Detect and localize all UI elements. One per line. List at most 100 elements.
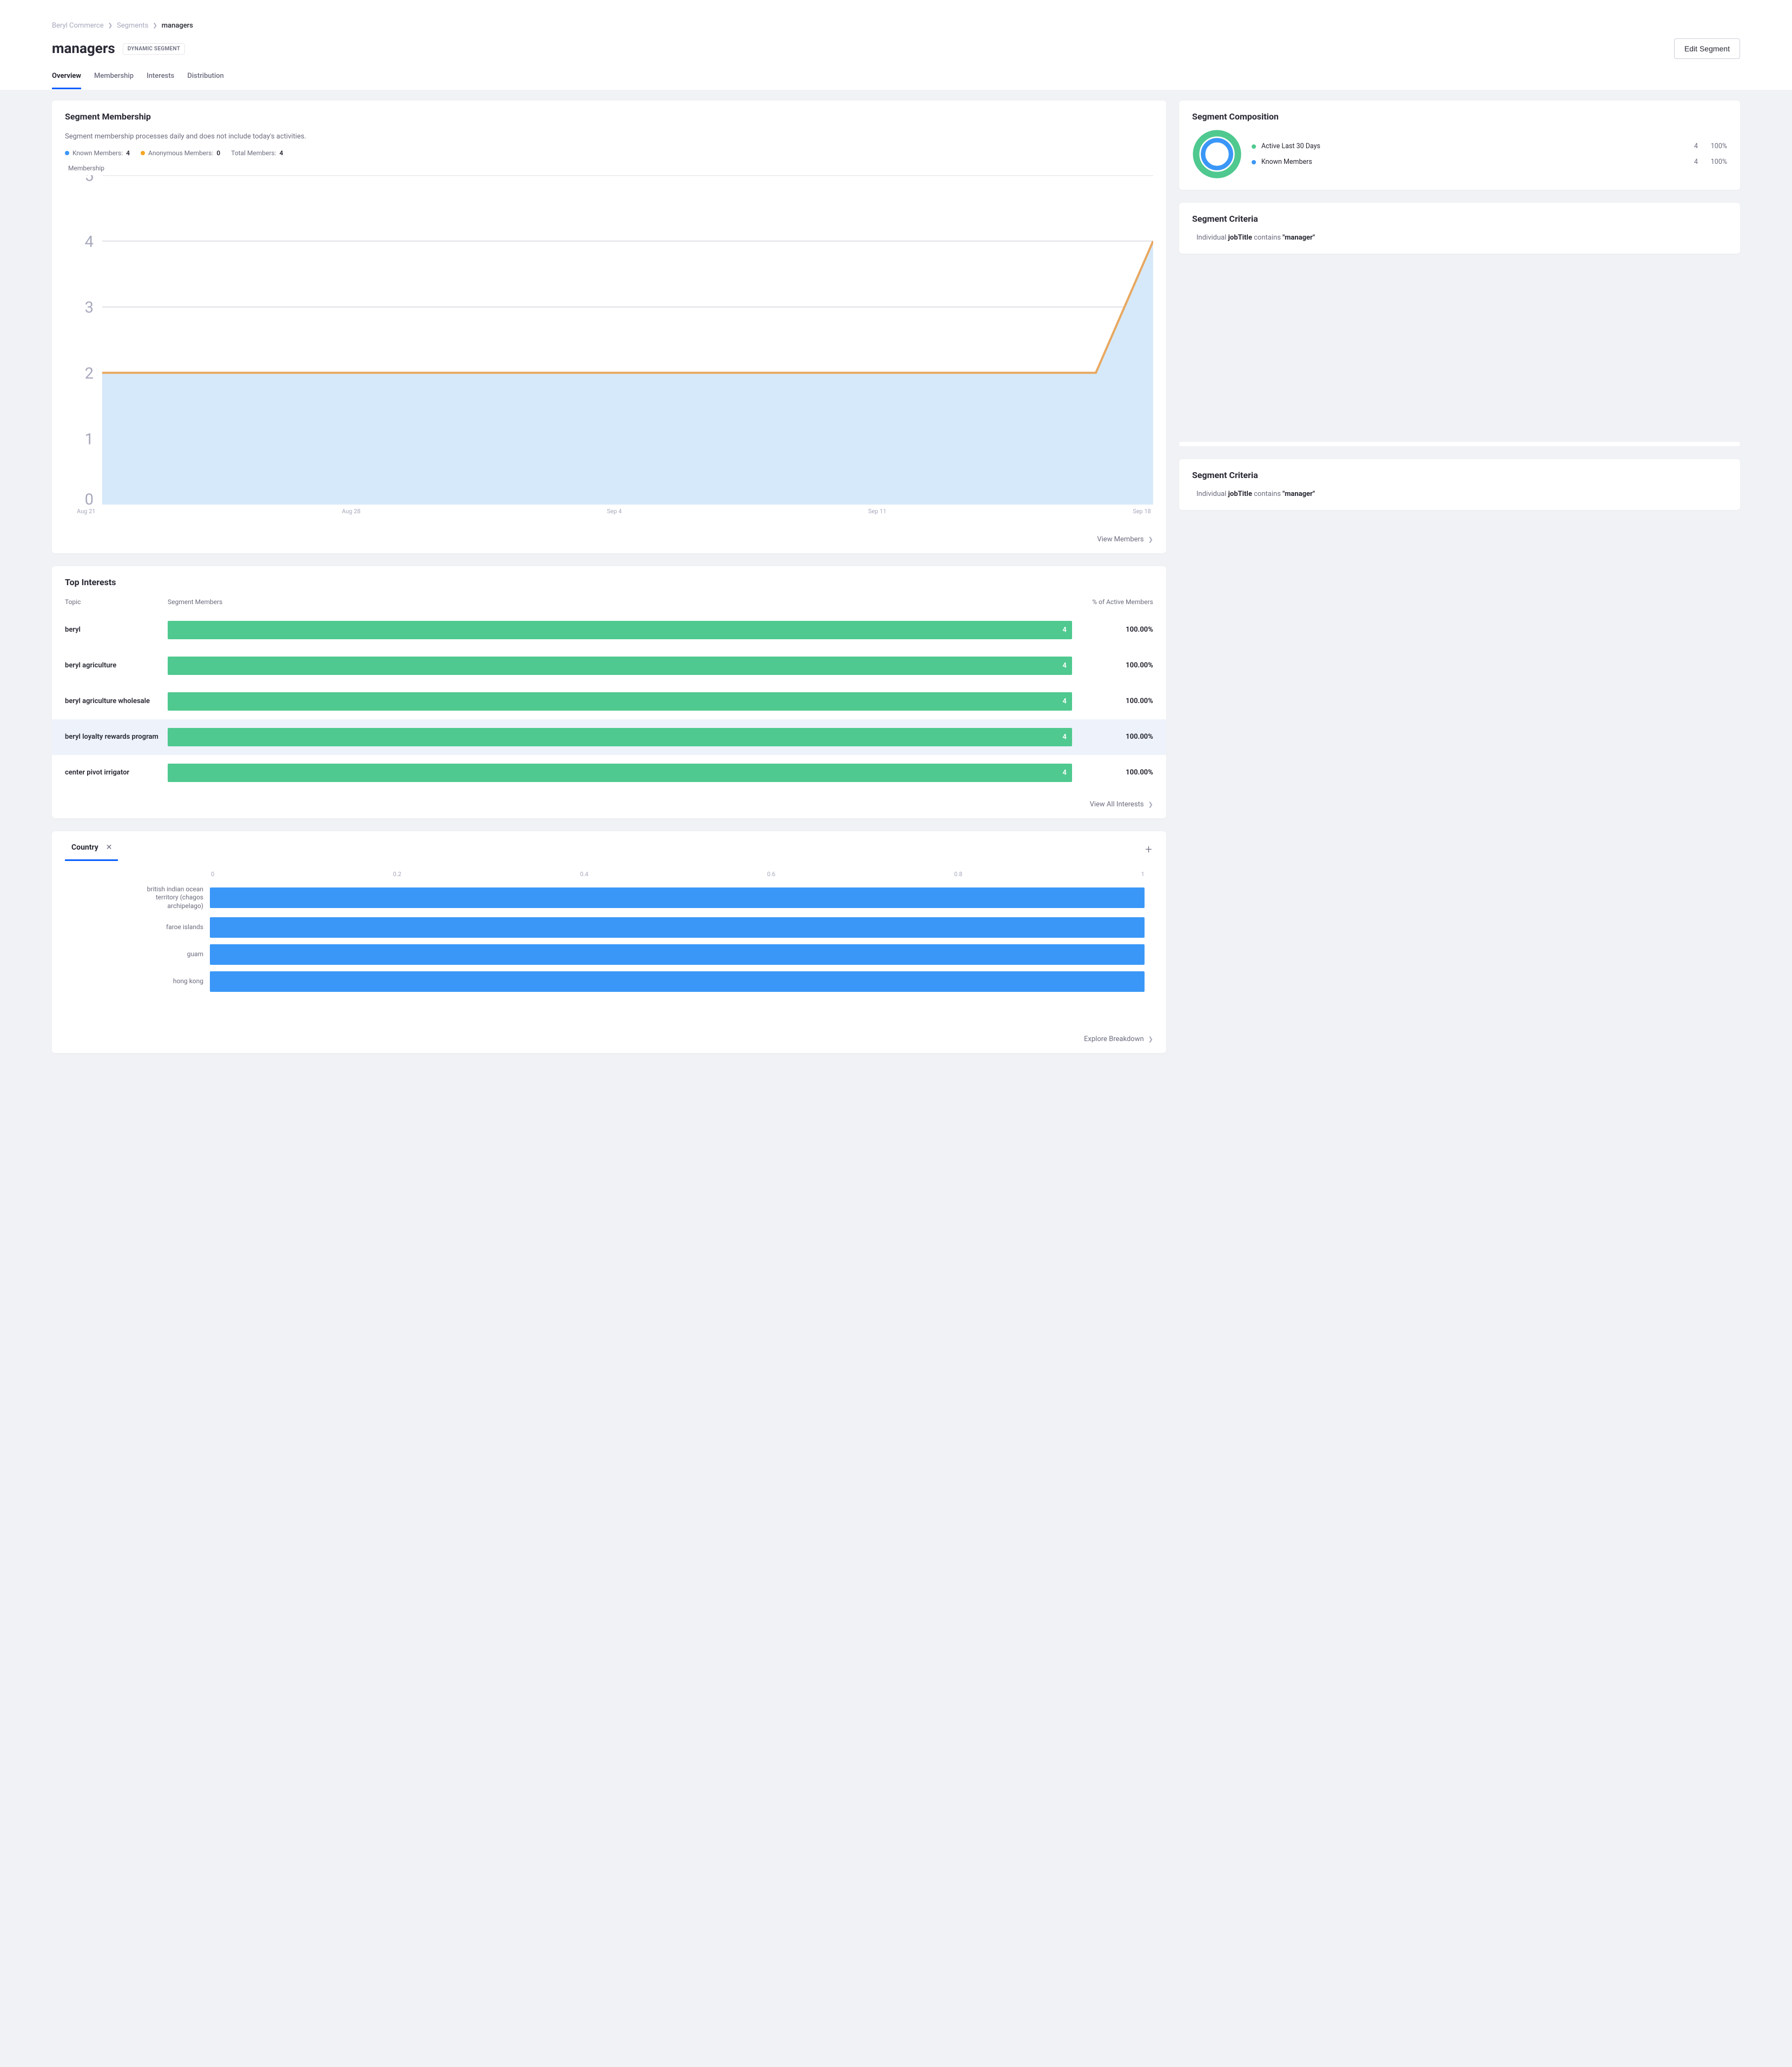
segment-criteria-card-duplicate: Segment Criteria Individual jobTitle con… bbox=[1179, 459, 1740, 510]
composition-label: Known Members bbox=[1261, 158, 1678, 166]
x-tick: 0.6 bbox=[767, 871, 775, 878]
x-tick: 1 bbox=[1141, 871, 1145, 878]
table-row[interactable]: beryl loyalty rewards program4100.00% bbox=[52, 719, 1166, 755]
x-tick: Sep 18 bbox=[1133, 508, 1151, 515]
legend-known: Known Members: 4 bbox=[65, 149, 130, 157]
country-label: british indian ocean territory (chagos a… bbox=[65, 885, 210, 911]
composition-row: Active Last 30 Days4100% bbox=[1252, 142, 1727, 150]
criteria-op: contains bbox=[1254, 234, 1281, 242]
country-label: guam bbox=[65, 950, 210, 959]
x-tick: Sep 11 bbox=[868, 508, 887, 515]
svg-text:1: 1 bbox=[85, 430, 94, 449]
chevron-right-icon: ❯ bbox=[153, 23, 157, 29]
col-header-pct: % of Active Members bbox=[1072, 598, 1153, 606]
x-tick: Aug 21 bbox=[77, 508, 95, 515]
view-members-link[interactable]: View Members ❯ bbox=[52, 526, 1166, 553]
tab-membership[interactable]: Membership bbox=[94, 72, 134, 89]
segment-type-badge: DYNAMIC SEGMENT bbox=[123, 43, 185, 55]
interest-bar: 4 bbox=[168, 692, 1072, 711]
card-title: Segment Criteria bbox=[1192, 214, 1727, 224]
dot-icon bbox=[1252, 160, 1256, 164]
segment-criteria-card: Segment Criteria Individual jobTitle con… bbox=[1179, 203, 1740, 254]
dot-icon bbox=[65, 151, 69, 155]
chevron-right-icon: ❯ bbox=[1148, 536, 1153, 543]
svg-text:0: 0 bbox=[85, 491, 94, 505]
criteria-op: contains bbox=[1254, 490, 1281, 498]
link-label: View All Interests bbox=[1090, 800, 1144, 809]
x-tick: 0.4 bbox=[580, 871, 588, 878]
breakdown-tab-country[interactable]: Country ✕ bbox=[65, 839, 118, 861]
tab-overview[interactable]: Overview bbox=[52, 72, 81, 89]
svg-text:5: 5 bbox=[85, 175, 94, 186]
bar-value: 4 bbox=[1062, 661, 1066, 670]
card-title: Top Interests bbox=[65, 577, 1153, 587]
composition-pct: 100% bbox=[1703, 142, 1727, 150]
criteria-expression: Individual jobTitle contains "manager" bbox=[1192, 226, 1727, 243]
card-title: Segment Criteria bbox=[1192, 470, 1727, 480]
table-row[interactable]: beryl agriculture wholesale4100.00% bbox=[52, 684, 1166, 719]
interest-bar: 4 bbox=[168, 621, 1072, 639]
explore-breakdown-link[interactable]: Explore Breakdown ❯ bbox=[52, 1025, 1166, 1053]
add-breakdown-button[interactable]: + bbox=[1145, 843, 1153, 857]
table-row[interactable]: beryl agriculture4100.00% bbox=[52, 648, 1166, 684]
card-title: Segment Membership bbox=[65, 111, 1153, 122]
bar-value: 4 bbox=[1062, 769, 1066, 777]
tab-label: Country bbox=[71, 843, 98, 852]
table-row: british indian ocean territory (chagos a… bbox=[65, 885, 1145, 911]
criteria-expression: Individual jobTitle contains "manager" bbox=[1192, 482, 1727, 499]
edit-segment-button[interactable]: Edit Segment bbox=[1674, 38, 1740, 59]
chart-legend: Known Members: 4 Anonymous Members: 0 To… bbox=[65, 149, 1153, 157]
table-row[interactable]: beryl4100.00% bbox=[52, 612, 1166, 648]
tab-distribution[interactable]: Distribution bbox=[187, 72, 224, 89]
criteria-value: "manager" bbox=[1282, 234, 1315, 242]
svg-text:2: 2 bbox=[85, 365, 94, 383]
x-tick: Sep 4 bbox=[607, 508, 621, 515]
link-label: Explore Breakdown bbox=[1084, 1035, 1144, 1043]
dot-icon bbox=[1252, 144, 1256, 149]
table-row: faroe islands bbox=[65, 917, 1145, 938]
composition-donut-chart bbox=[1192, 129, 1242, 179]
criteria-entity: Individual bbox=[1196, 234, 1226, 242]
close-icon[interactable]: ✕ bbox=[106, 843, 117, 852]
x-axis-ticks: 0 0.2 0.4 0.6 0.8 1 bbox=[65, 871, 1145, 878]
view-all-interests-link[interactable]: View All Interests ❯ bbox=[52, 791, 1166, 818]
bar-value: 4 bbox=[1062, 697, 1066, 705]
segment-membership-card: Segment Membership Segment membership pr… bbox=[52, 101, 1166, 553]
bar-value: 4 bbox=[1062, 733, 1066, 741]
top-interests-card: Top Interests Topic Segment Members % of… bbox=[52, 566, 1166, 818]
plus-icon: + bbox=[1145, 843, 1152, 857]
page-title: managers bbox=[52, 41, 115, 57]
legend-value: 4 bbox=[126, 149, 130, 157]
col-header-members: Segment Members bbox=[168, 598, 1072, 606]
breadcrumb-root[interactable]: Beryl Commerce bbox=[52, 22, 104, 30]
country-breakdown-card: Country ✕ + 0 0.2 0.4 0.6 0.8 1 british … bbox=[52, 831, 1166, 1053]
svg-text:4: 4 bbox=[85, 233, 94, 251]
composition-label: Active Last 30 Days bbox=[1261, 142, 1678, 150]
membership-area-chart: 5 4 3 2 1 0 Aug 21 Aug 28 bbox=[65, 175, 1153, 515]
legend-value: 0 bbox=[216, 149, 220, 157]
chevron-right-icon: ❯ bbox=[1148, 801, 1153, 808]
table-row[interactable]: center pivot irrigator4100.00% bbox=[52, 755, 1166, 791]
criteria-value: "manager" bbox=[1282, 490, 1315, 498]
chevron-right-icon: ❯ bbox=[108, 23, 113, 29]
country-bar bbox=[210, 944, 1145, 965]
tab-interests[interactable]: Interests bbox=[147, 72, 174, 89]
country-label: hong kong bbox=[65, 977, 210, 986]
link-label: View Members bbox=[1097, 535, 1143, 544]
breadcrumb-segments[interactable]: Segments bbox=[117, 22, 148, 30]
criteria-entity: Individual bbox=[1196, 490, 1226, 498]
card-subtitle: Segment membership processes daily and d… bbox=[65, 132, 1153, 141]
interest-bar: 4 bbox=[168, 764, 1072, 782]
interest-pct: 100.00% bbox=[1072, 697, 1153, 705]
x-tick: Aug 28 bbox=[342, 508, 360, 515]
segment-composition-card: Segment Composition Active Last 30 Days4… bbox=[1179, 101, 1740, 190]
interest-pct: 100.00% bbox=[1072, 661, 1153, 670]
card-title: Segment Composition bbox=[1192, 111, 1727, 122]
interests-table-header: Topic Segment Members % of Active Member… bbox=[52, 592, 1166, 612]
x-axis-ticks: Aug 21 Aug 28 Sep 4 Sep 11 Sep 18 bbox=[65, 508, 1153, 515]
chart-axis-label: Membership bbox=[65, 164, 1153, 172]
bar-value: 4 bbox=[1062, 626, 1066, 634]
interest-bar: 4 bbox=[168, 657, 1072, 675]
composition-count: 4 bbox=[1684, 158, 1698, 166]
legend-total: Total Members: 4 bbox=[231, 149, 283, 157]
